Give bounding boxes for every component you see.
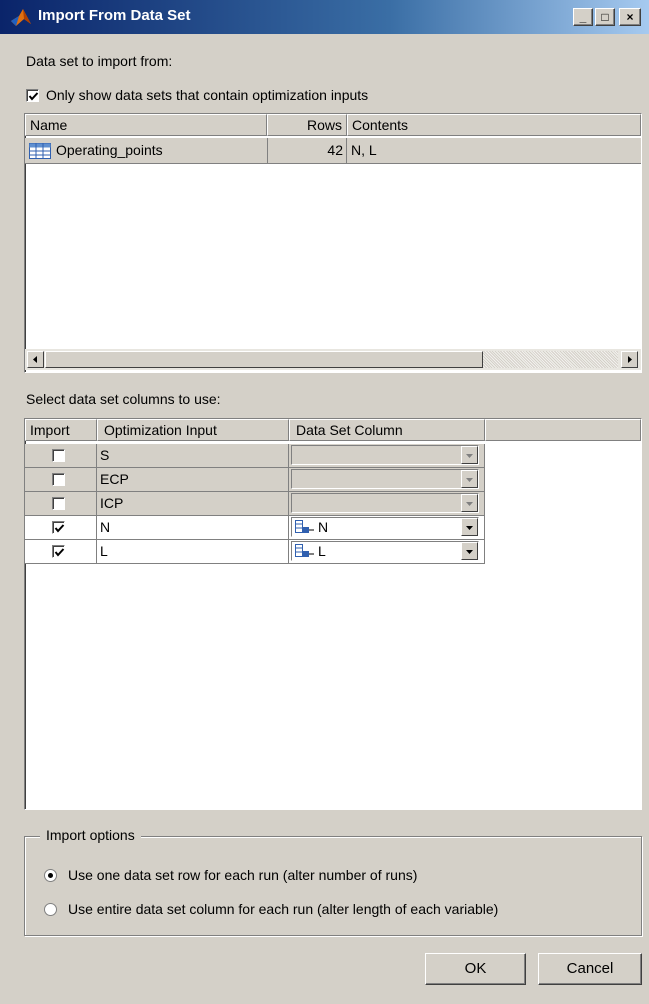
column-header-filler [485,419,641,441]
dataset-column-select-n[interactable]: N [291,517,479,537]
chevron-down-icon [466,454,473,458]
scroll-left-button[interactable] [27,351,44,368]
close-icon: × [626,10,634,24]
import-options-legend: Import options [40,827,141,843]
dataset-column-select-l[interactable]: L [291,541,479,561]
radio-row-per-run[interactable] [44,869,57,882]
dataset-column-value-n: N [318,519,329,535]
maximize-icon: □ [601,10,609,24]
scroll-track[interactable] [483,351,618,368]
dataset-column-value-l: L [318,543,326,559]
filter-checkbox[interactable] [26,89,39,102]
scroll-right-button[interactable] [621,351,638,368]
chevron-down-icon [466,550,473,554]
dataset-column-cell[interactable] [289,444,485,468]
chevron-down-icon [466,478,473,482]
optimization-input-icp: ICP [97,492,289,516]
dataset-column-select-s[interactable] [291,445,479,465]
arrow-right-icon [628,356,632,363]
minimize-icon: _ [579,10,587,24]
import-checkbox-ecp[interactable] [52,473,65,486]
import-cell[interactable] [25,516,97,540]
maximize-button[interactable]: □ [595,8,615,26]
dataset-column-icon [295,544,314,557]
import-cell[interactable] [25,444,97,468]
radio-row-per-run-label[interactable]: Use one data set row for each run (alter… [68,867,417,883]
dataset-name: Operating_points [56,142,163,158]
column-header-import[interactable]: Import [25,419,97,441]
dataset-source-label: Data set to import from: [26,53,173,69]
column-header-rows[interactable]: Rows [267,114,347,136]
dataset-column-cell[interactable] [289,468,485,492]
column-header-optimization-input[interactable]: Optimization Input [97,419,289,441]
dropdown-button[interactable] [461,494,478,512]
import-checkbox-n[interactable] [52,521,65,534]
dropdown-button[interactable] [461,542,478,560]
dataset-contents: N, L [351,142,377,158]
radio-selected-dot [48,873,53,878]
cancel-button[interactable]: Cancel [538,953,642,985]
import-checkbox-l[interactable] [52,545,65,558]
dropdown-button[interactable] [461,518,478,536]
import-cell[interactable] [25,492,97,516]
optimization-input-s: S [97,444,289,468]
dataset-column-cell[interactable] [289,492,485,516]
dataset-column-cell[interactable]: L [289,540,485,564]
checkmark-icon [54,548,65,557]
ok-button[interactable]: OK [425,953,526,985]
table-icon [29,143,51,159]
dataset-column-select-icp[interactable] [291,493,479,513]
minimize-button[interactable]: _ [573,8,593,26]
dataset-column-select-ecp[interactable] [291,469,479,489]
optimization-input-ecp: ECP [97,468,289,492]
dataset-rows: 42 [267,138,347,163]
radio-column-per-run[interactable] [44,903,57,916]
import-cell[interactable] [25,468,97,492]
import-cell[interactable] [25,540,97,564]
checkmark-icon [54,524,65,533]
scroll-thumb[interactable] [45,351,483,368]
dataset-table[interactable]: Name Rows Contents Operating_points 42 N… [24,113,642,373]
horizontal-scrollbar[interactable] [25,349,641,370]
columns-label: Select data set columns to use: [26,391,221,407]
optimization-input-n: N [97,516,289,540]
column-header-name[interactable]: Name [25,114,267,136]
dropdown-button[interactable] [461,470,478,488]
arrow-left-icon [33,356,37,363]
close-button[interactable]: × [619,8,641,26]
optimization-input-l: L [97,540,289,564]
dataset-column-cell[interactable]: N [289,516,485,540]
title-bar[interactable]: Import From Data Set _ □ × [0,0,649,34]
import-options-group [24,836,642,936]
table-row[interactable]: Operating_points 42 N, L [25,138,641,164]
import-checkbox-icp[interactable] [52,497,65,510]
column-header-dataset-column[interactable]: Data Set Column [289,419,485,441]
chevron-down-icon [466,526,473,530]
window-title: Import From Data Set [38,7,191,24]
filter-checkbox-label[interactable]: Only show data sets that contain optimiz… [46,87,368,103]
checkmark-icon [28,92,39,101]
radio-column-per-run-label[interactable]: Use entire data set column for each run … [68,901,498,917]
matlab-logo-icon [11,9,31,26]
columns-table[interactable]: Import Optimization Input Data Set Colum… [24,418,642,810]
dataset-column-icon [295,520,314,533]
dropdown-button[interactable] [461,446,478,464]
import-checkbox-s[interactable] [52,449,65,462]
column-header-contents[interactable]: Contents [347,114,641,136]
chevron-down-icon [466,502,473,506]
